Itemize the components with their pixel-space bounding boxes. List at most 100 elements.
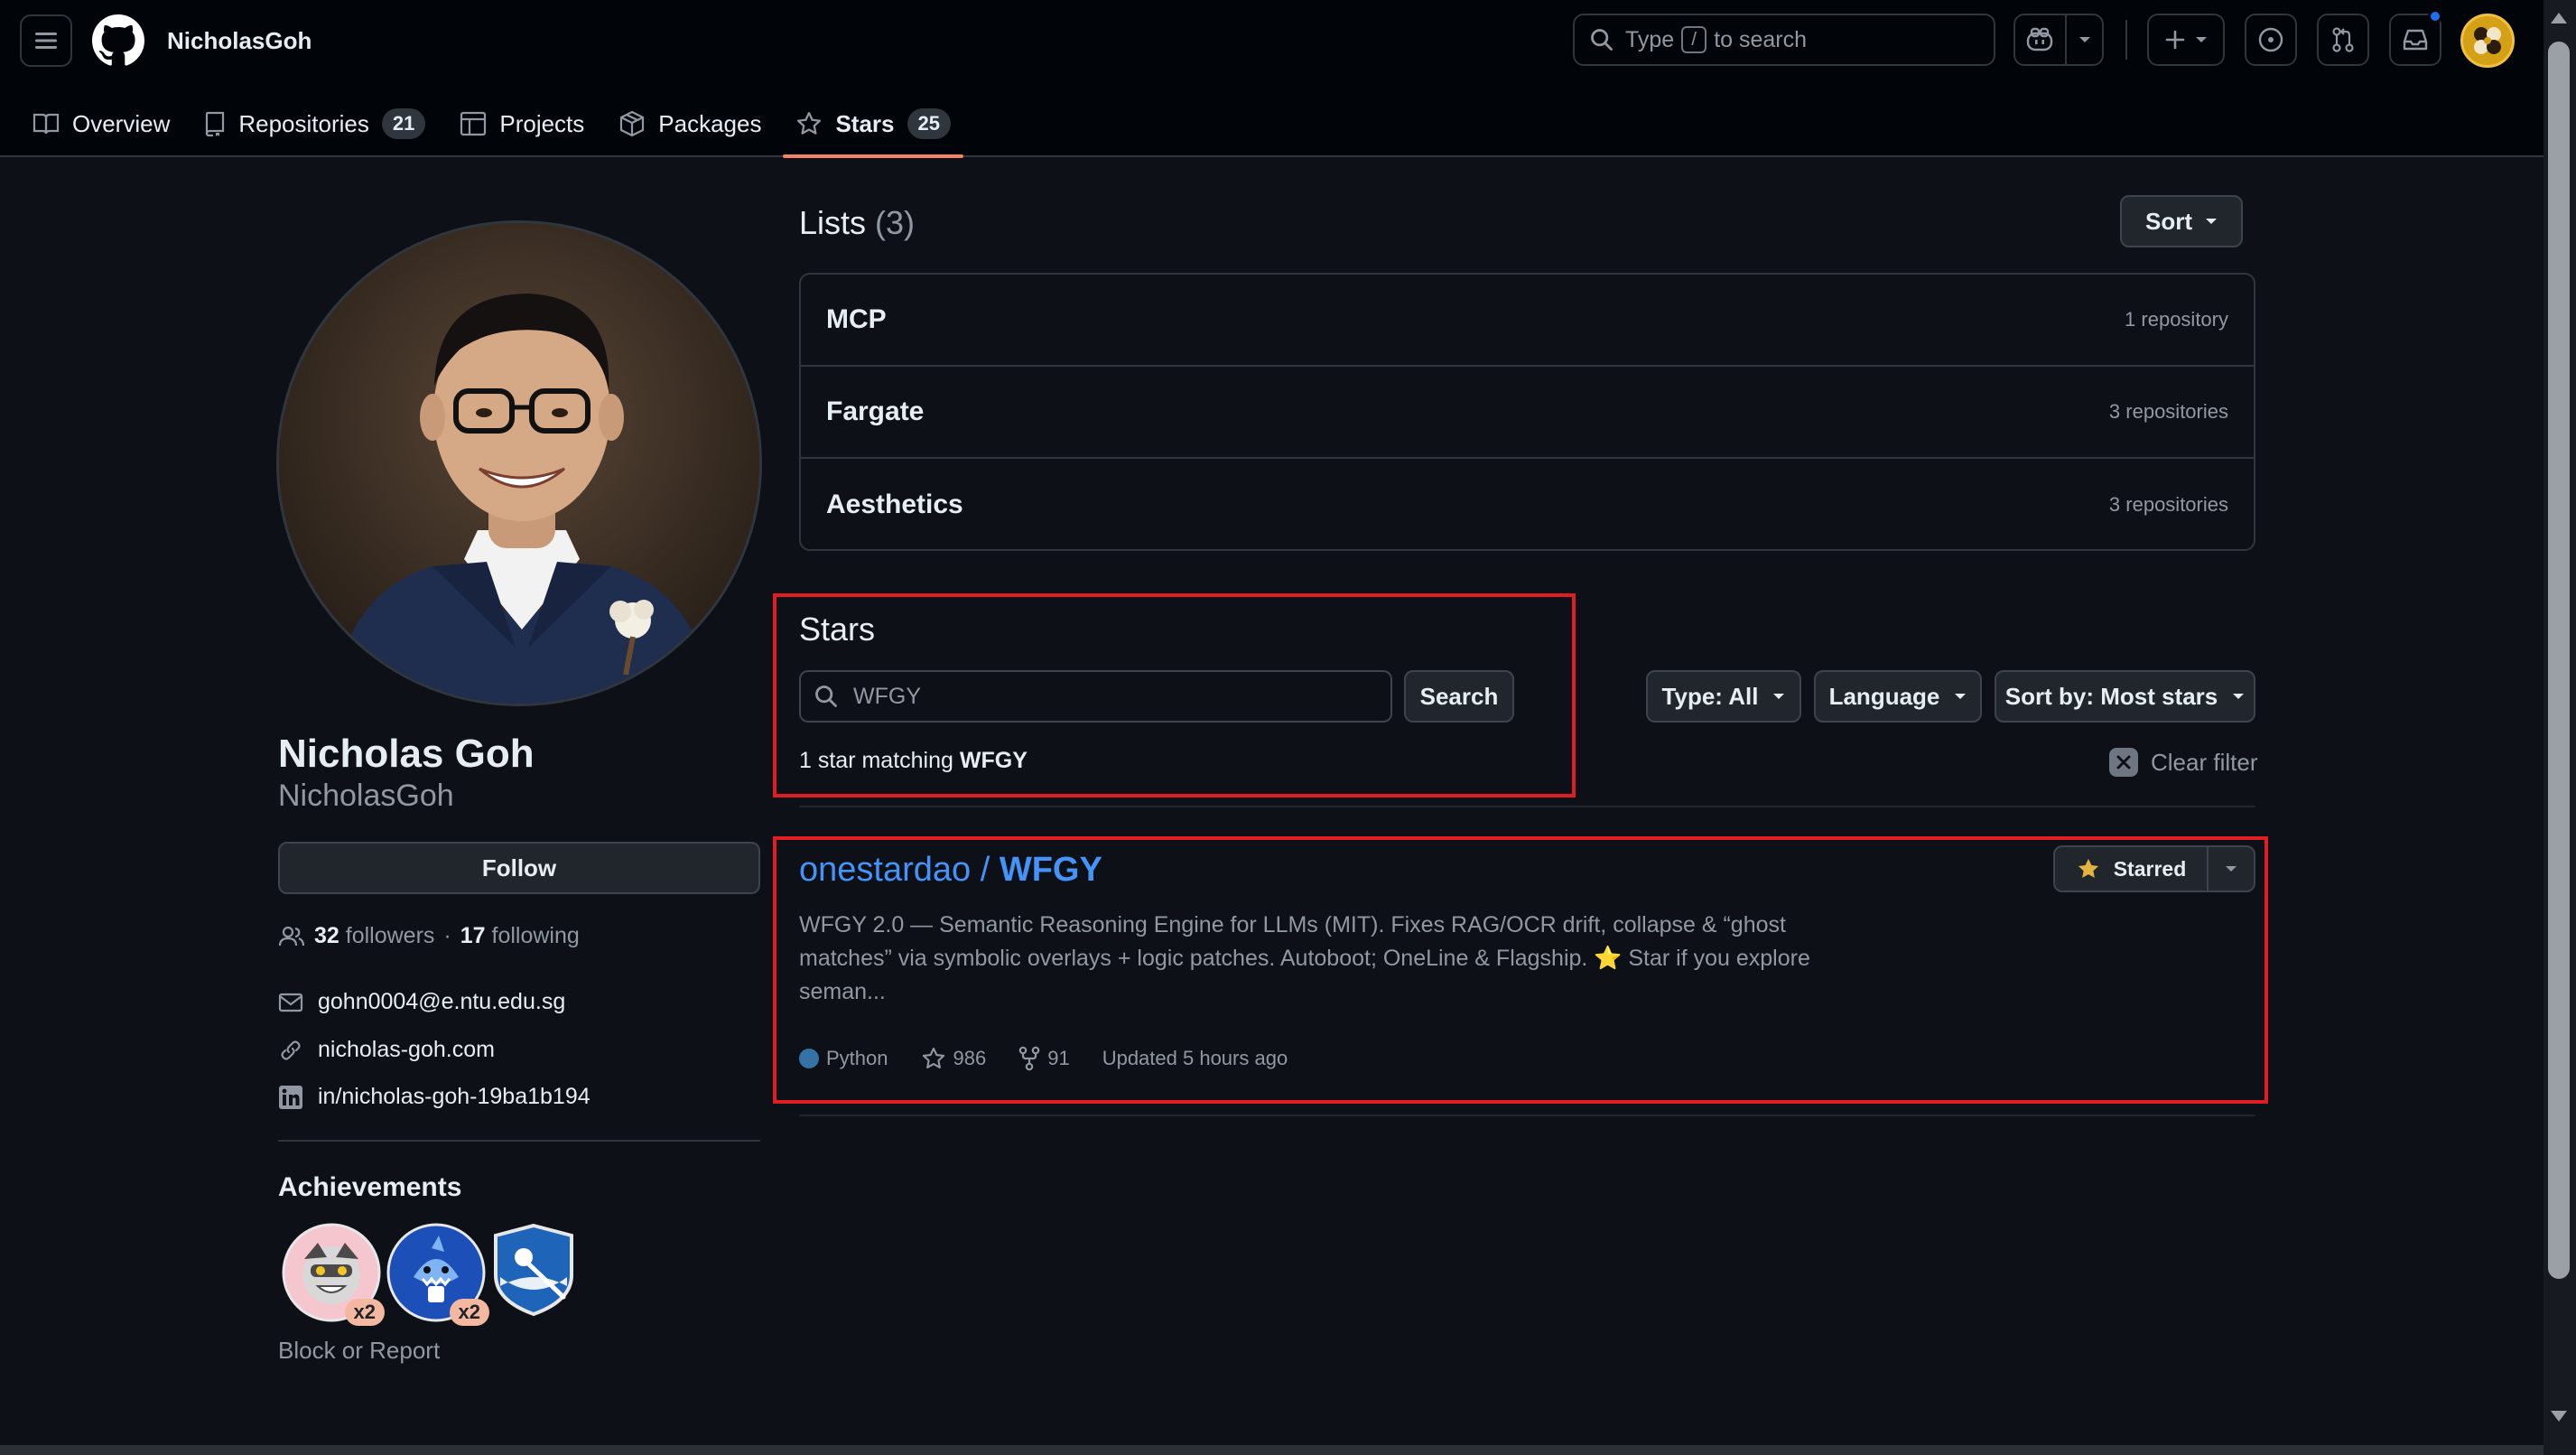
tab-count-badge: 21: [381, 108, 426, 139]
star-outline-icon: [922, 1047, 944, 1068]
type-filter-dropdown[interactable]: Type: All: [1646, 670, 1801, 723]
list-item[interactable]: MCP 1 repository: [801, 275, 2254, 367]
lists-sort-button[interactable]: Sort: [2120, 195, 2243, 247]
chevron-down-icon: [2196, 37, 2207, 42]
pull-request-icon: [2332, 27, 2354, 52]
global-search-input[interactable]: Type / to search: [1573, 14, 1995, 66]
tab-stars[interactable]: Stars 25: [783, 90, 963, 158]
chevron-down-icon[interactable]: [2067, 15, 2103, 64]
stars-search-input[interactable]: WFGY: [799, 670, 1392, 723]
plus-icon: [2165, 30, 2185, 50]
link-icon: [281, 1040, 301, 1060]
sidebar-divider: [278, 1140, 760, 1142]
search-placeholder-suffix: to search: [1714, 26, 1808, 52]
results-divider: [799, 806, 2255, 807]
block-or-report-link[interactable]: Block or Report: [278, 1337, 440, 1365]
profile-website[interactable]: nicholas-goh.com: [318, 1037, 495, 1063]
list-repo-count: 3 repositories: [2108, 400, 2228, 423]
profile-email[interactable]: gohn0004@e.ntu.edu.sg: [318, 989, 565, 1015]
menu-button[interactable]: [20, 14, 72, 67]
list-name[interactable]: MCP: [826, 304, 887, 335]
chevron-down-icon: [2226, 866, 2237, 872]
tab-projects[interactable]: Projects: [447, 90, 597, 157]
scroll-down-arrow-icon[interactable]: [2550, 1409, 2568, 1423]
scrollbar-thumb[interactable]: [2548, 42, 2570, 1279]
create-new-button[interactable]: [2147, 14, 2225, 66]
list-name[interactable]: Fargate: [826, 396, 924, 427]
list-item[interactable]: Fargate 3 repositories: [801, 367, 2254, 459]
tab-packages[interactable]: Packages: [606, 90, 774, 157]
tab-repositories[interactable]: Repositories 21: [191, 90, 438, 157]
list-item[interactable]: Aesthetics 3 repositories: [801, 459, 2254, 549]
issues-button[interactable]: [2245, 14, 2297, 66]
following-link[interactable]: 17 following: [460, 923, 580, 949]
badge-multiplier: x2: [344, 1299, 385, 1326]
profile-avatar[interactable]: [276, 220, 762, 706]
match-summary: 1 star matching WFGY: [799, 748, 1028, 774]
user-avatar[interactable]: [2460, 14, 2515, 68]
lists-heading: Lists (3): [799, 204, 915, 242]
star-list-dropdown[interactable]: [2207, 847, 2254, 891]
repo-name[interactable]: WFGY: [1000, 851, 1102, 889]
language-color-dot: [799, 1049, 819, 1068]
repo-description-line: seman...: [799, 979, 886, 1004]
repo-fork-count: 91: [1047, 1047, 1070, 1069]
close-icon: [2109, 748, 2138, 777]
starred-button-group: Starred: [2053, 845, 2255, 892]
copilot-button[interactable]: [2013, 14, 2104, 66]
people-icon: [278, 926, 305, 946]
profile-linkedin[interactable]: in/nicholas-goh-19ba1b194: [318, 1084, 591, 1110]
tab-label: Stars: [835, 109, 895, 137]
starstruck-icon: [494, 1223, 573, 1317]
pull-requests-button[interactable]: [2317, 14, 2369, 66]
repo-forks-link[interactable]: 91: [1018, 1046, 1070, 1071]
unstar-button[interactable]: Starred: [2055, 847, 2207, 891]
achievement-badge-pull-shark[interactable]: x2: [282, 1223, 385, 1326]
linkedin-icon: [279, 1085, 302, 1109]
followers-label: followers: [345, 923, 435, 948]
stat-separator: ·: [443, 923, 451, 948]
header-username[interactable]: NicholasGoh: [167, 22, 312, 60]
issue-circle-icon: [2258, 27, 2283, 52]
tab-label: Projects: [499, 109, 585, 137]
followers-link[interactable]: 32 followers: [314, 923, 434, 949]
list-repo-count: 3 repositories: [2108, 493, 2228, 516]
tab-overview[interactable]: Overview: [20, 90, 182, 157]
repo-updated: Updated 5 hours ago: [1102, 1047, 1288, 1070]
repo-star-count: 986: [953, 1047, 987, 1069]
repo-language: Python: [799, 1047, 888, 1070]
repo-description-line: WFGY 2.0 — Semantic Reasoning Engine for…: [799, 912, 1786, 937]
list-repo-count: 1 repository: [2125, 308, 2228, 331]
mail-icon: [278, 993, 303, 1012]
fork-icon: [1018, 1046, 1040, 1071]
lists-count: (3): [875, 204, 916, 241]
github-logo-icon[interactable]: [92, 14, 144, 67]
tab-count-badge: 25: [907, 108, 951, 139]
repo-slash: /: [971, 851, 1000, 889]
results-bottom-divider: [799, 1115, 2255, 1116]
package-icon: [620, 110, 645, 137]
sort-by-dropdown[interactable]: Sort by: Most stars: [1995, 670, 2255, 723]
repo-owner[interactable]: onestardao: [799, 851, 971, 889]
following-count: 17: [460, 923, 486, 948]
hamburger-icon: [35, 33, 57, 49]
stars-heading: Stars: [799, 611, 876, 648]
achievement-badge-shark[interactable]: x2: [386, 1223, 489, 1326]
repo-stargazers-link[interactable]: 986: [921, 1046, 987, 1071]
following-label: following: [491, 923, 580, 948]
achievement-badge-starstruck[interactable]: [491, 1223, 591, 1322]
follow-button[interactable]: Follow: [278, 842, 760, 894]
profile-tabs: Overview Repositories 21 Projects Packag…: [0, 90, 971, 158]
repo-updated-label: Updated 5 hours ago: [1102, 1047, 1288, 1069]
language-filter-dropdown[interactable]: Language: [1814, 670, 1982, 723]
repo-language-label: Python: [826, 1047, 888, 1069]
stars-search-button[interactable]: Search: [1404, 670, 1514, 723]
clear-filter-button[interactable]: Clear filter: [2109, 748, 2257, 777]
scroll-up-arrow-icon[interactable]: [2550, 11, 2568, 25]
list-name[interactable]: Aesthetics: [826, 490, 963, 520]
repo-icon: [206, 111, 225, 137]
repo-title-link[interactable]: onestardao / WFGY: [799, 851, 1102, 890]
profile-email-row: gohn0004@e.ntu.edu.sg: [278, 989, 565, 1015]
badge-multiplier: x2: [449, 1299, 489, 1326]
global-header: NicholasGoh Type / to search Overview Re…: [0, 0, 2543, 158]
